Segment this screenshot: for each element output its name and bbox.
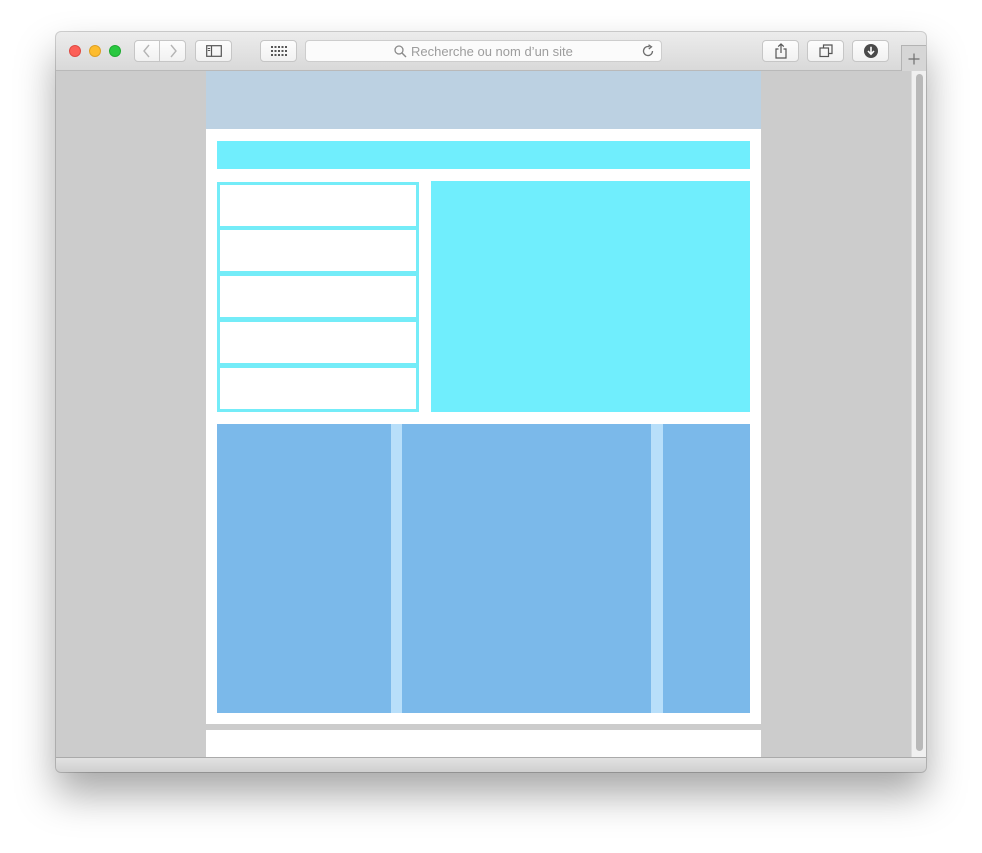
list-item (217, 273, 419, 320)
chevron-right-icon (169, 44, 177, 58)
web-content-area[interactable] (56, 71, 926, 757)
close-window-button[interactable] (69, 45, 81, 57)
list-block (217, 182, 419, 412)
chevron-left-icon (143, 44, 150, 58)
list-item (217, 227, 419, 274)
back-button[interactable] (134, 40, 160, 62)
address-bar[interactable]: Recherche ou nom d’un site (305, 40, 662, 62)
sidebar-button[interactable] (195, 40, 232, 62)
browser-toolbar: Recherche ou nom d’un site (56, 32, 926, 72)
columns-section (217, 424, 750, 713)
share-icon (774, 43, 787, 59)
address-placeholder: Recherche ou nom d’un site (411, 44, 573, 59)
search-icon (394, 45, 407, 58)
list-item (217, 365, 419, 412)
list-item (217, 319, 419, 366)
reload-icon[interactable] (641, 44, 655, 58)
tabs-overview-icon (818, 44, 833, 58)
vertical-scrollbar[interactable] (911, 71, 926, 757)
column-left (217, 424, 391, 713)
plus-icon (908, 53, 920, 65)
download-icon (863, 44, 878, 58)
share-button[interactable] (762, 40, 799, 62)
top-sites-button[interactable] (260, 40, 297, 62)
forward-button[interactable] (159, 40, 186, 62)
column-right (663, 424, 750, 713)
page-header-block (206, 71, 761, 129)
grid-icon (270, 46, 287, 56)
column-center (402, 424, 651, 713)
downloads-button[interactable] (852, 40, 889, 62)
browser-window: Recherche ou nom d’un site (56, 32, 926, 772)
sidebar-icon (205, 45, 222, 57)
list-item (217, 182, 419, 229)
nav-bar-block (217, 141, 750, 169)
new-tab-button[interactable] (901, 45, 926, 72)
scrollbar-thumb[interactable] (916, 74, 923, 751)
zoom-window-button[interactable] (109, 45, 121, 57)
page-footer-block (206, 730, 761, 757)
feature-block (431, 181, 750, 412)
page-body (206, 129, 761, 724)
status-bar (56, 757, 926, 772)
tabs-overview-button[interactable] (807, 40, 844, 62)
minimize-window-button[interactable] (89, 45, 101, 57)
